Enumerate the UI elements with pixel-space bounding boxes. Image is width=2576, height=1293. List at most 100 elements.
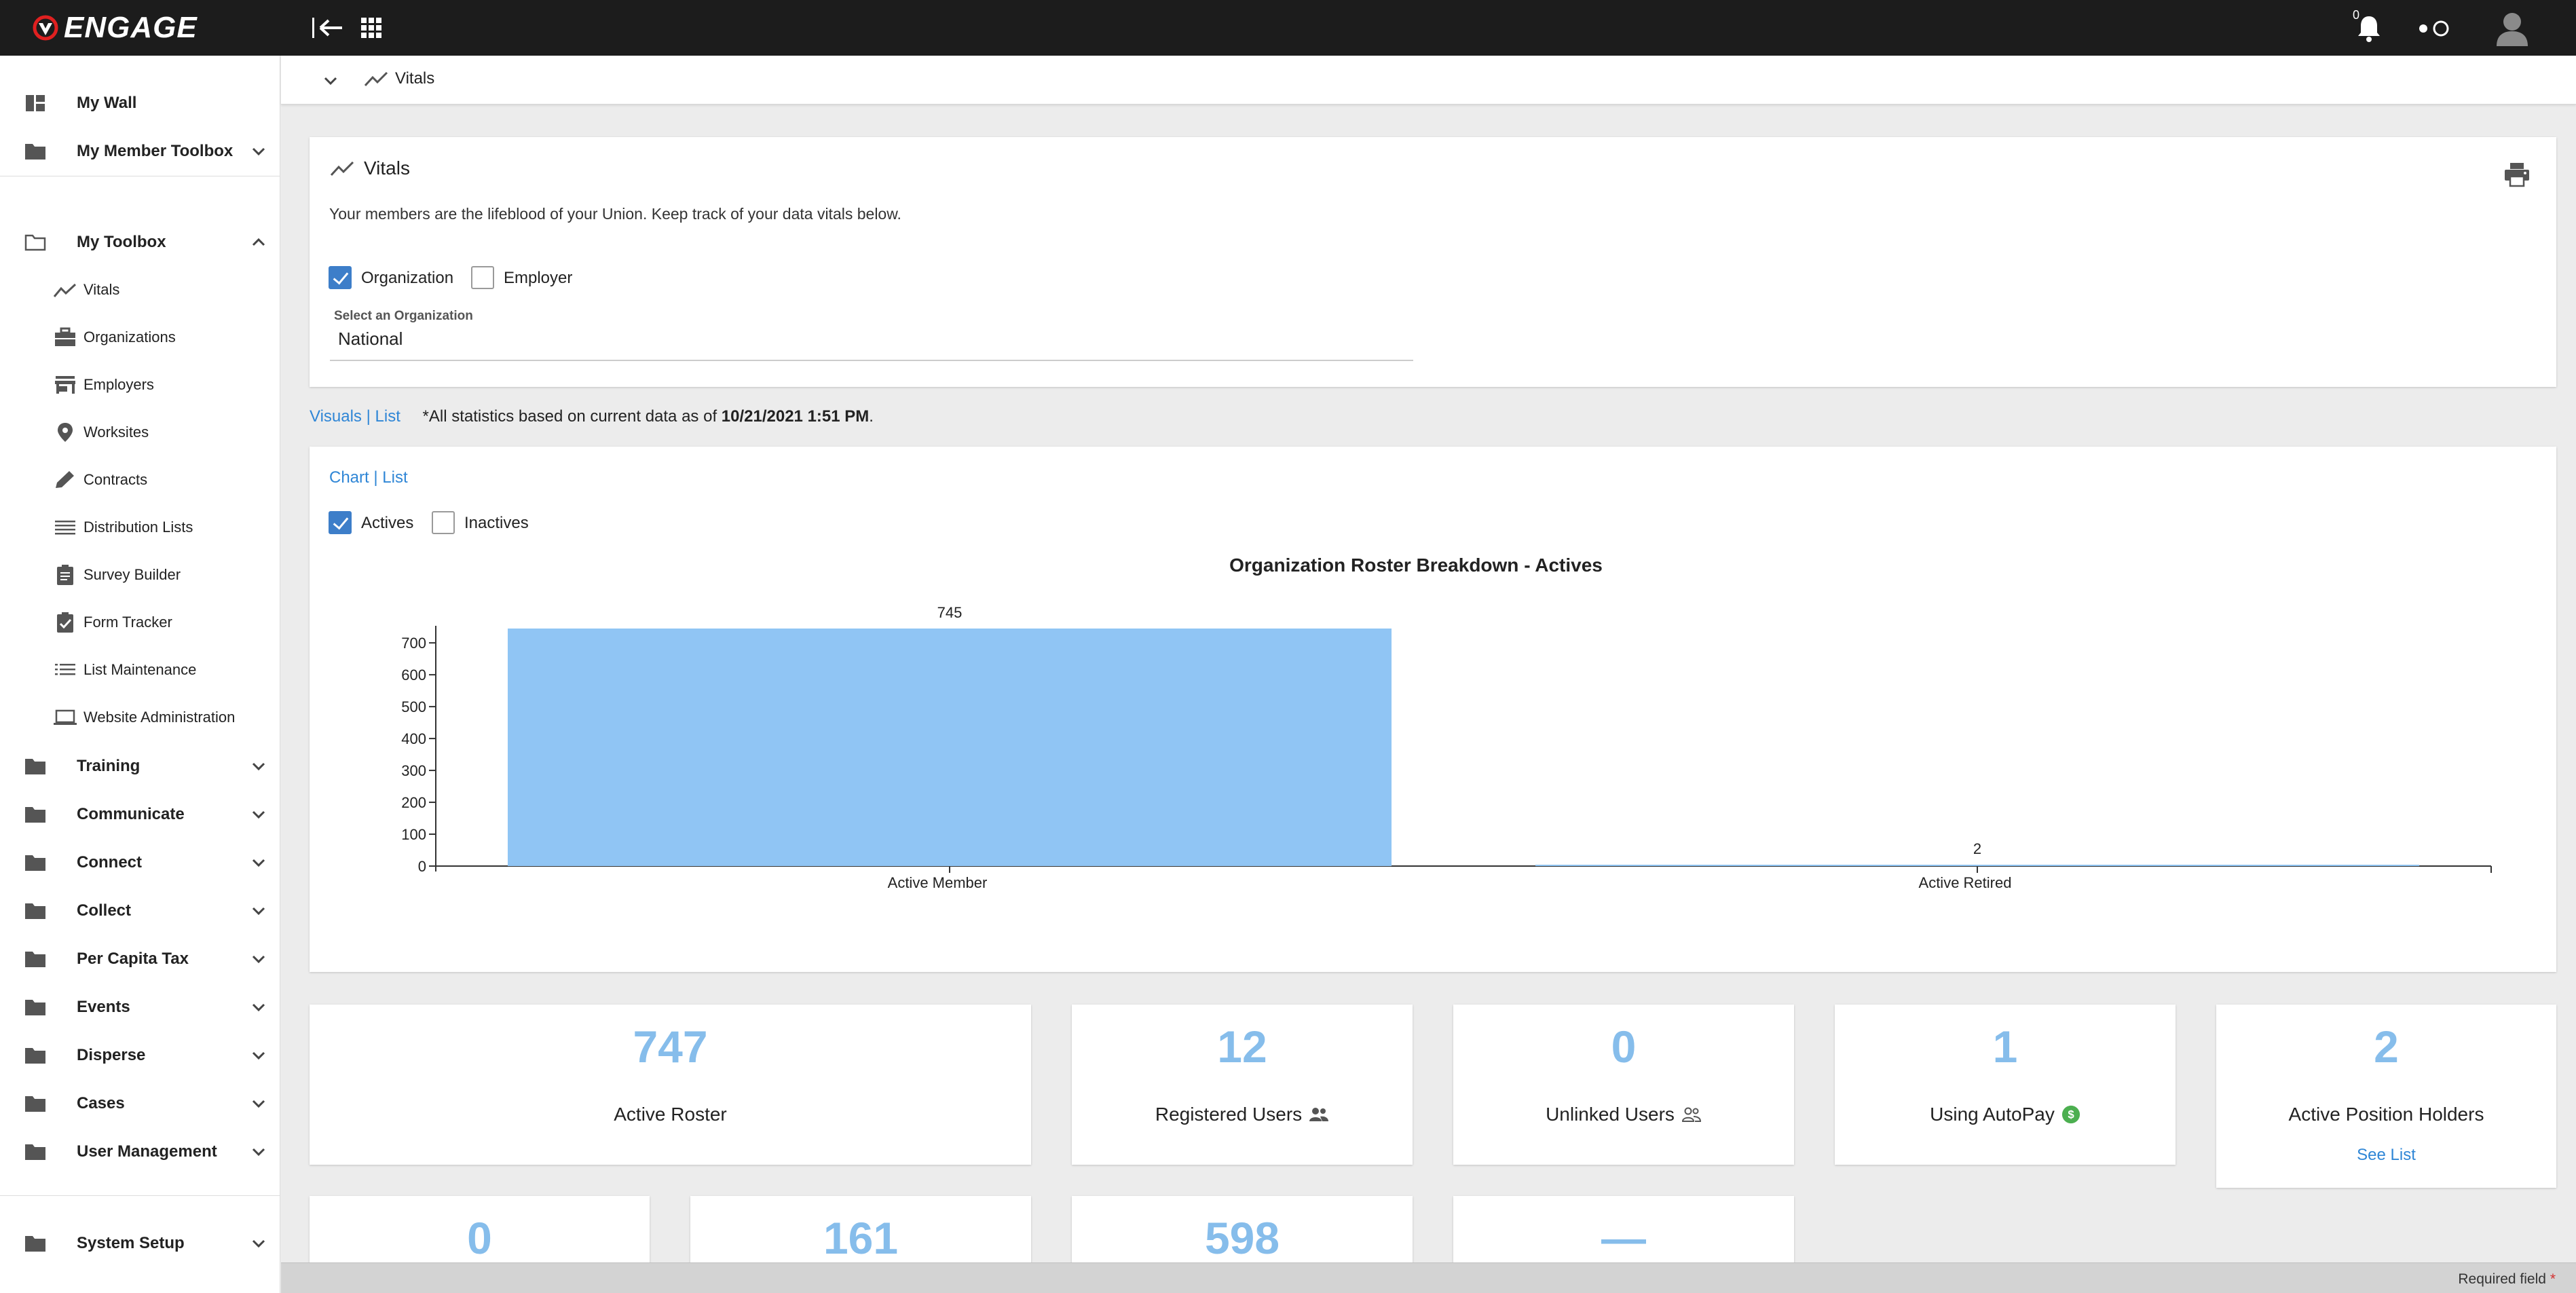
sidebar-subitem-label: Website Administration — [83, 709, 236, 726]
tile-registered-users: 12 Registered Users — [1072, 1005, 1413, 1165]
trending-up-icon — [330, 161, 354, 176]
sidebar-item-label: Training — [77, 757, 141, 775]
sidebar-subitem-survey-builder[interactable]: Survey Builder — [0, 555, 280, 595]
chevron-down-icon[interactable] — [323, 76, 338, 86]
chevron-down-icon — [252, 955, 265, 964]
bar — [507, 629, 1392, 866]
organization-select[interactable]: National — [338, 329, 403, 350]
bell-icon[interactable] — [2355, 14, 2383, 43]
chevron-down-icon — [252, 810, 265, 819]
avatar-icon[interactable] — [2495, 10, 2529, 46]
y-tick-label: 100 — [401, 826, 426, 843]
folder-icon — [25, 903, 45, 919]
tile-using-autopay: 1 Using AutoPay $ — [1835, 1005, 2176, 1165]
employer-checkbox[interactable] — [471, 266, 494, 289]
sidebar-item-disperse[interactable]: Disperse — [0, 1035, 280, 1076]
employer-checkbox-label: Employer — [504, 269, 573, 287]
chevron-down-icon — [252, 762, 265, 771]
sidebar-subitem-list-maintenance[interactable]: List Maintenance — [0, 650, 280, 690]
sidebar-subitem-distribution-lists[interactable]: Distribution Lists — [0, 507, 280, 548]
people-icon — [1309, 1108, 1329, 1121]
chevron-down-icon — [252, 147, 265, 156]
tile-number: 1 — [1992, 1022, 2018, 1072]
tile-row2-3: 598 — [1072, 1196, 1413, 1271]
folder-icon — [25, 1000, 45, 1015]
clipboard-check-icon — [57, 612, 73, 633]
footer-bar: Required field * — [281, 1262, 2576, 1293]
folder-icon — [25, 759, 45, 774]
view-toggle: Visuals | List *All statistics based on … — [310, 407, 874, 426]
dashboard-icon — [26, 95, 45, 111]
sidebar-item-label: Cases — [77, 1094, 125, 1112]
folder-icon — [25, 1236, 45, 1252]
chevron-down-icon — [252, 1100, 265, 1108]
sidebar-subitem-worksites[interactable]: Worksites — [0, 412, 280, 453]
roster-bar-chart: Organization Roster Breakdown - Actives 0… — [401, 555, 2492, 891]
sidebar-subitem-label: Vitals — [83, 281, 120, 298]
apps-grid-icon[interactable] — [360, 16, 383, 39]
list-link[interactable]: List — [375, 407, 400, 426]
sidebar-divider — [0, 1195, 280, 1196]
tile-number: 0 — [467, 1213, 492, 1263]
sidebar-item-my-member-toolbox[interactable]: My Member Toolbox — [0, 131, 280, 172]
laptop-icon — [54, 709, 77, 725]
x-tick-label: Active Retired — [1919, 874, 2012, 891]
collapse-sidebar-icon[interactable] — [311, 14, 345, 42]
trending-up-icon — [364, 71, 388, 87]
print-icon[interactable] — [2503, 162, 2531, 187]
sidebar-subitem-employers[interactable]: Employers — [0, 364, 280, 405]
tile-label-text: Registered Users — [1155, 1104, 1303, 1125]
sidebar-item-label: My Wall — [77, 94, 137, 112]
sidebar-subitem-label: Form Tracker — [83, 614, 172, 631]
folder-icon — [25, 807, 45, 823]
tile-label: Registered Users — [1072, 1104, 1413, 1125]
tile-number: 12 — [1217, 1022, 1267, 1072]
breadcrumb-label[interactable]: Vitals — [395, 69, 434, 88]
toggle-icon[interactable] — [2418, 19, 2452, 38]
sidebar-subitem-vitals[interactable]: Vitals — [0, 269, 280, 310]
tile-label: Using AutoPay $ — [1835, 1104, 2176, 1125]
sidebar-item-user-management[interactable]: User Management — [0, 1131, 280, 1172]
sidebar-item-communicate[interactable]: Communicate — [0, 794, 280, 835]
sidebar-item-label: Disperse — [77, 1046, 146, 1064]
sidebar-item-connect[interactable]: Connect — [0, 842, 280, 883]
sidebar-item-label: My Member Toolbox — [77, 142, 234, 160]
tile-active-position-holders: 2 Active Position Holders See List — [2216, 1005, 2556, 1188]
folder-icon — [25, 952, 45, 967]
clipboard-icon — [57, 565, 73, 585]
sidebar-subitem-form-tracker[interactable]: Form Tracker — [0, 602, 280, 643]
sidebar-item-events[interactable]: Events — [0, 987, 280, 1028]
pencil-icon — [56, 471, 74, 488]
sidebar-subitem-contracts[interactable]: Contracts — [0, 460, 280, 500]
sidebar-item-my-wall[interactable]: My Wall — [0, 83, 280, 124]
chevron-down-icon — [252, 1003, 265, 1012]
sidebar-item-label: System Setup — [77, 1234, 185, 1252]
sidebar-subitem-label: Contracts — [83, 471, 148, 488]
sidebar-item-system-setup[interactable]: System Setup — [0, 1223, 280, 1264]
sidebar-subitem-label: Worksites — [83, 424, 149, 441]
sidebar-subitem-organizations[interactable]: Organizations — [0, 317, 280, 358]
tile-number: 747 — [633, 1022, 708, 1072]
y-tick-label: 500 — [401, 698, 426, 715]
stats-note-prefix: *All statistics based on current data as… — [422, 407, 722, 426]
sidebar-item-training[interactable]: Training — [0, 746, 280, 787]
organization-checkbox[interactable] — [329, 266, 352, 289]
chevron-down-icon — [252, 1148, 265, 1157]
sidebar-item-per-capita-tax[interactable]: Per Capita Tax — [0, 939, 280, 979]
sidebar-subitem-website-administration[interactable]: Website Administration — [0, 697, 280, 738]
sidebar-item-collect[interactable]: Collect — [0, 891, 280, 931]
folder-icon — [25, 1144, 45, 1160]
sidebar-item-my-toolbox[interactable]: My Toolbox — [0, 222, 280, 263]
vitals-card — [310, 137, 2556, 387]
dollar-circle-icon: $ — [2061, 1105, 2080, 1124]
tile-number: — — [1601, 1213, 1646, 1263]
vitals-description: Your members are the lifeblood of your U… — [329, 205, 901, 223]
sidebar-item-label: Connect — [77, 853, 142, 872]
see-list-link[interactable]: See List — [2216, 1146, 2556, 1165]
sidebar-item-label: My Toolbox — [77, 233, 166, 251]
y-tick-label: 200 — [401, 794, 426, 811]
sidebar-item-cases[interactable]: Cases — [0, 1083, 280, 1124]
engage-logo[interactable]: ENGAGE — [33, 11, 198, 44]
engage-logo-icon — [33, 15, 58, 41]
visuals-link[interactable]: Visuals — [310, 407, 362, 426]
